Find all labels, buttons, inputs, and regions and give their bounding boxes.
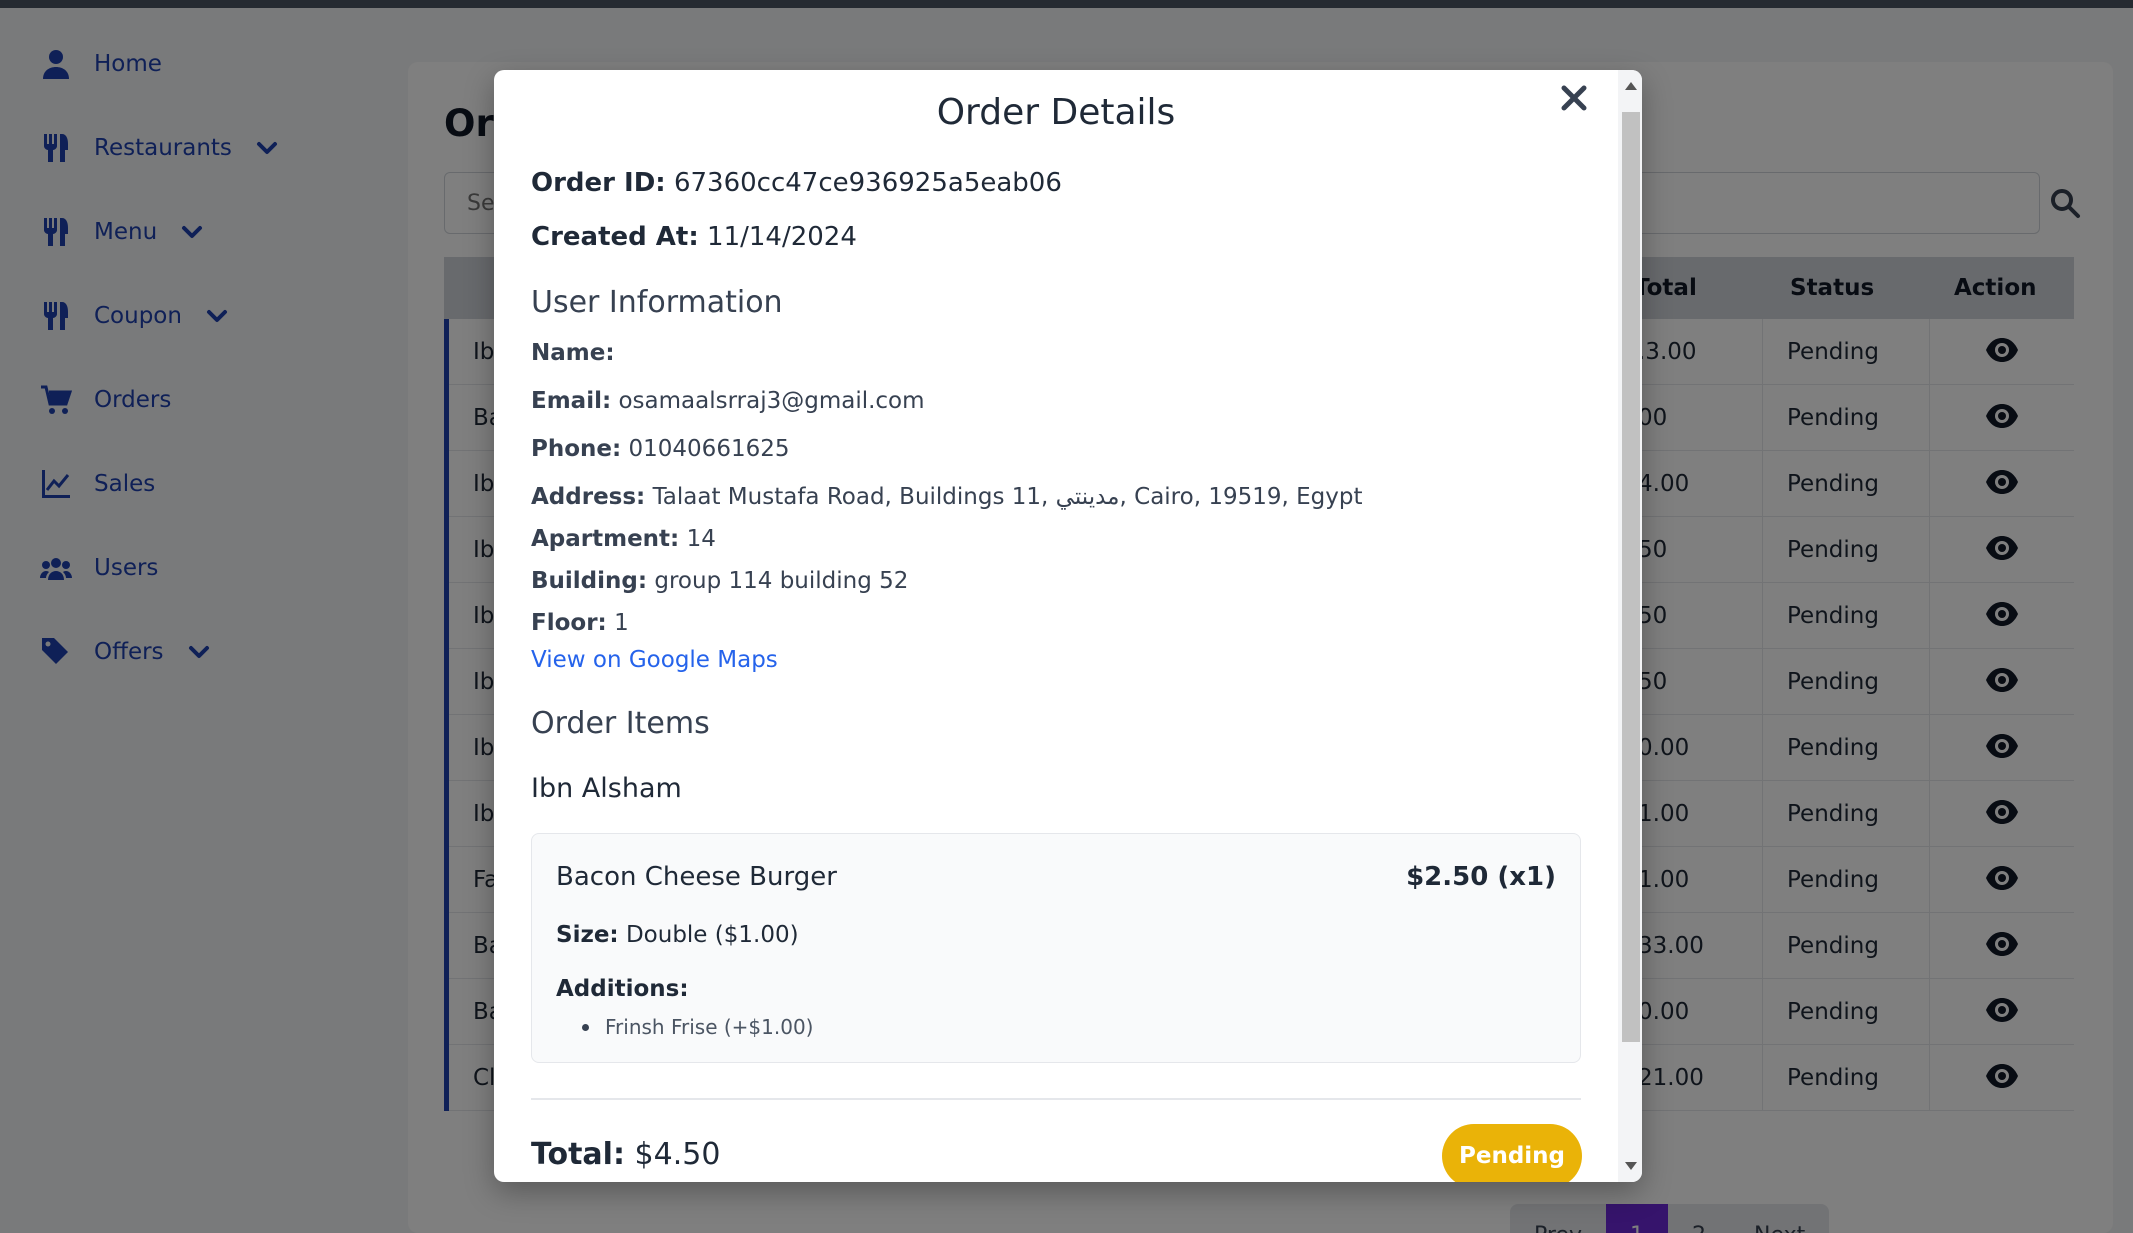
item-size-label: Size: [556, 922, 619, 948]
created-at-row: Created At: 11/14/2024 [531, 222, 857, 252]
total-label: Total: [531, 1137, 625, 1172]
additions-label: Additions: [556, 976, 689, 1002]
email-value: osamaalsrraj3@gmail.com [618, 388, 925, 414]
divider [531, 1098, 1581, 1100]
floor-label: Floor: [531, 610, 607, 636]
item-name: Bacon Cheese Burger [556, 862, 837, 892]
order-details-modal: Order Details Order ID: 67360cc47ce93692… [494, 70, 1642, 1182]
modal-scrollbar[interactable] [1618, 70, 1642, 1182]
name-row: Name: [531, 340, 615, 366]
apartment-row: Apartment: 14 [531, 526, 716, 552]
modal-title: Order Details [936, 92, 1176, 133]
address-row: Address: Talaat Mustafa Road, Buildings … [531, 484, 1362, 510]
apartment-value: 14 [686, 526, 716, 552]
address-label: Address: [531, 484, 646, 510]
apartment-label: Apartment: [531, 526, 680, 552]
restaurant-name: Ibn Alsham [531, 773, 682, 804]
email-row: Email: osamaalsrraj3@gmail.com [531, 388, 925, 414]
order-items-heading: Order Items [531, 706, 710, 741]
floor-row: Floor: 1 [531, 610, 629, 636]
status-badge: Pending [1442, 1124, 1582, 1182]
created-at-value: 11/14/2024 [707, 222, 857, 252]
total-value: $4.50 [634, 1137, 721, 1172]
addition-item: Frinsh Frise (+$1.00) [582, 1015, 814, 1039]
name-label: Name: [531, 340, 615, 366]
item-price: $2.50 (x1) [1406, 862, 1556, 892]
building-row: Building: group 114 building 52 [531, 568, 908, 594]
order-id-label: Order ID: [531, 168, 666, 198]
building-value: group 114 building 52 [654, 568, 909, 594]
floor-value: 1 [614, 610, 629, 636]
close-icon[interactable] [1554, 78, 1594, 118]
order-id-value: 67360cc47ce936925a5eab06 [673, 168, 1062, 198]
scroll-up-arrow[interactable] [1625, 82, 1637, 90]
email-label: Email: [531, 388, 612, 414]
google-maps-link[interactable]: View on Google Maps [531, 647, 778, 673]
item-size-value: Double ($1.00) [625, 922, 799, 948]
address-value: Talaat Mustafa Road, Buildings 11, مدينت… [652, 484, 1363, 510]
item-size-row: Size: Double ($1.00) [556, 922, 799, 948]
user-info-heading: User Information [531, 285, 783, 320]
order-item-card: Bacon Cheese Burger $2.50 (x1) Size: Dou… [531, 833, 1581, 1063]
scroll-down-arrow[interactable] [1625, 1162, 1637, 1170]
order-id-row: Order ID: 67360cc47ce936925a5eab06 [531, 168, 1062, 198]
phone-value: 01040661625 [628, 436, 790, 462]
building-label: Building: [531, 568, 648, 594]
created-at-label: Created At: [531, 222, 699, 252]
scrollbar-thumb[interactable] [1622, 112, 1640, 1042]
total-row: Total: $4.50 [531, 1137, 720, 1172]
addition-text: Frinsh Frise (+$1.00) [605, 1015, 814, 1039]
phone-label: Phone: [531, 436, 622, 462]
phone-row: Phone: 01040661625 [531, 436, 789, 462]
